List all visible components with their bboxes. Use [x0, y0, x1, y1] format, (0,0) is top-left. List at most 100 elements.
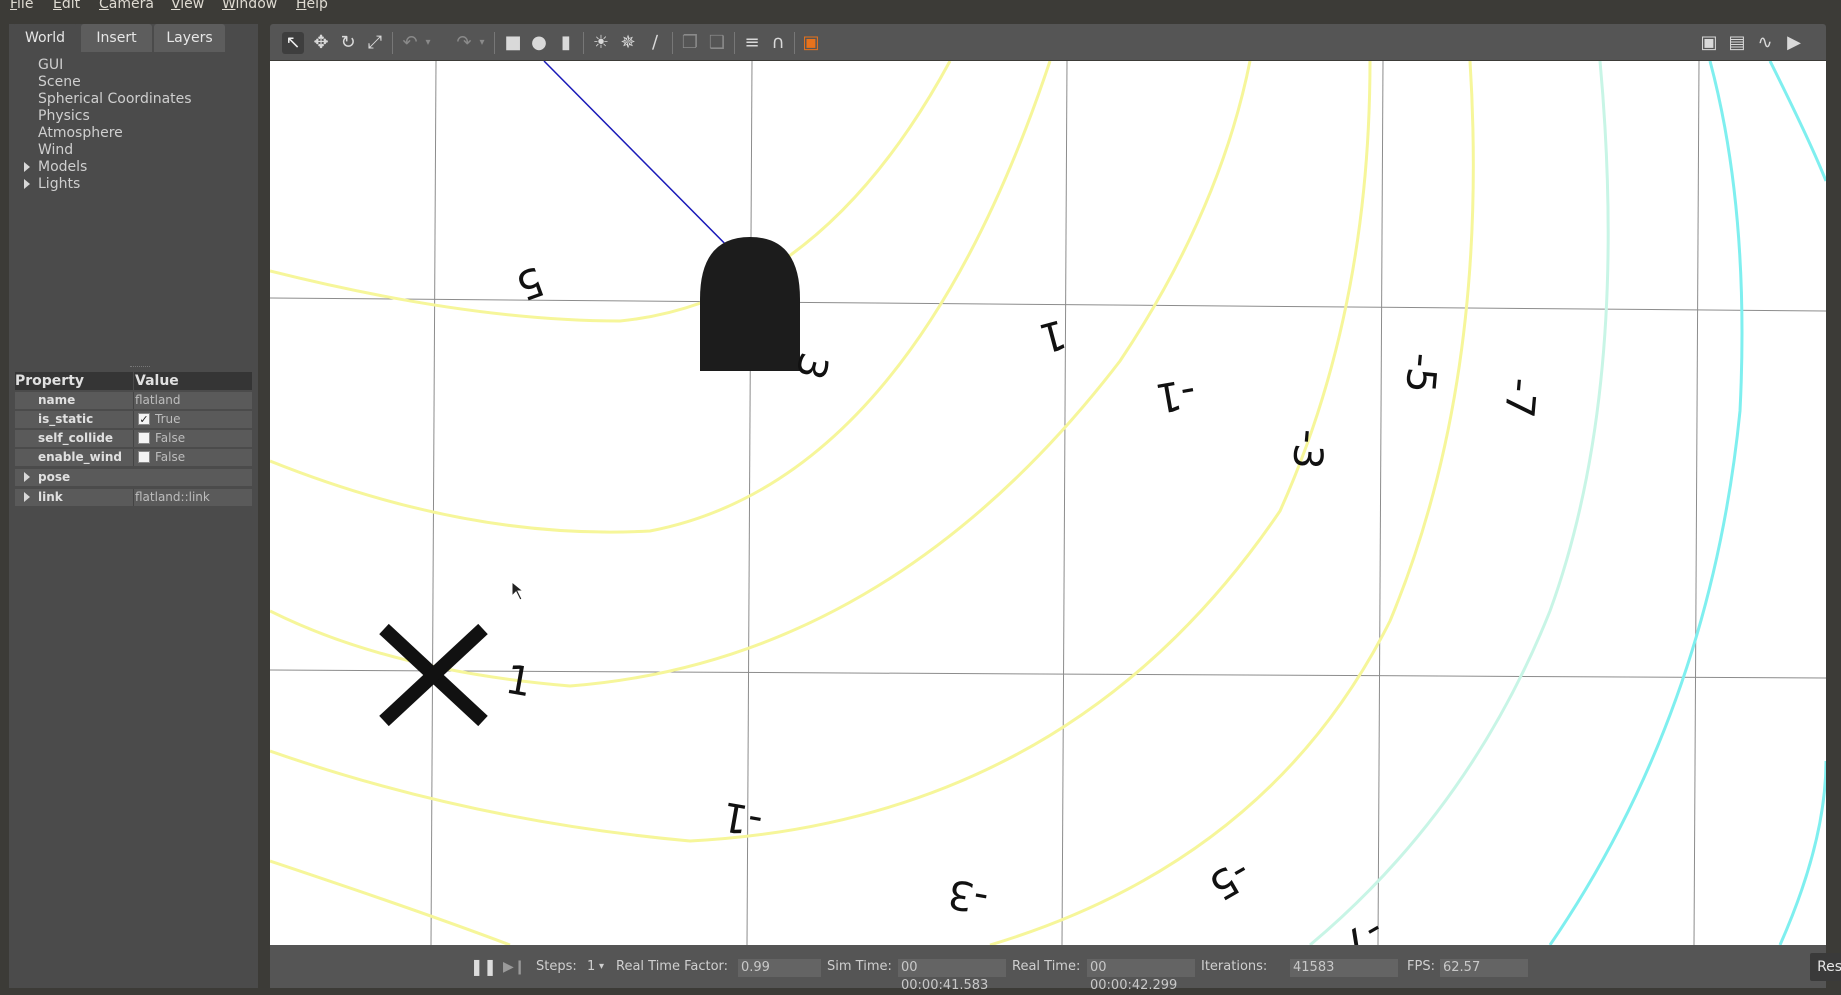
tree-item-models[interactable]: Models [38, 159, 87, 175]
prop-row-link[interactable]: link flatland::link [15, 489, 252, 506]
toolbar-separator [494, 32, 495, 54]
align-icon[interactable]: ≡ [741, 32, 763, 54]
iterations-label: Iterations: [1201, 959, 1268, 974]
expand-link-icon[interactable] [24, 492, 30, 502]
contour-label: 5 [510, 257, 550, 309]
contour-line [1768, 61, 1826, 182]
steps-value[interactable]: 1 [587, 957, 595, 977]
enable-wind-checkbox[interactable] [138, 451, 150, 463]
step-icon[interactable]: ▶❙ [503, 957, 526, 977]
tree-item-spherical-coordinates[interactable]: Spherical Coordinates [38, 91, 192, 107]
plot-icon[interactable]: ∿ [1754, 32, 1776, 54]
tree-item-gui[interactable]: GUI [38, 57, 63, 73]
view-angle-icon[interactable]: ▣ [800, 32, 822, 54]
prop-is-static-label: is_static [38, 412, 94, 426]
copy-icon[interactable]: ❐ [679, 32, 701, 54]
tree-item-atmosphere[interactable]: Atmosphere [38, 125, 123, 141]
prop-row-pose[interactable]: pose [15, 469, 252, 486]
prop-is-static-value: True [155, 412, 181, 426]
prop-link-label: link [38, 490, 63, 504]
contour-label: 1 [502, 657, 535, 707]
scale-mode-icon[interactable]: ⤢ [364, 32, 386, 54]
ground-grid [270, 61, 1826, 945]
robot-model[interactable] [700, 237, 800, 371]
prop-row-enable-wind[interactable]: enable_wind False [15, 449, 252, 466]
sim-time-value: 00 00:00:41.583 [898, 959, 1006, 993]
tab-layers[interactable]: Layers [154, 24, 225, 52]
panel-splitter-handle[interactable] [130, 366, 150, 369]
reset-time-button[interactable]: Reset Time [1810, 953, 1841, 981]
tab-insert[interactable]: Insert [81, 24, 152, 52]
mouse-cursor-icon [511, 580, 525, 601]
steps-label: Steps: [536, 959, 577, 974]
expand-lights-icon[interactable] [24, 179, 30, 189]
tab-world[interactable]: World [12, 24, 78, 52]
point-light-icon[interactable]: ☀ [590, 32, 612, 54]
contour-labels: 5 3 1 -1 -3 -5 -7 1 -1 -3 -5 -7 [502, 257, 1544, 945]
3d-viewport[interactable]: 5 3 1 -1 -3 -5 -7 1 -1 -3 -5 -7 [270, 61, 1826, 945]
contour-label: 3 [786, 348, 837, 384]
prop-row-is-static[interactable]: is_static ✓ True [15, 411, 252, 428]
contour-label: -3 [1283, 427, 1332, 471]
select-mode-icon[interactable]: ↖ [282, 32, 304, 54]
spot-light-icon[interactable]: ✵ [617, 32, 639, 54]
toolbar: ↖ ✥ ↻ ⤢ ↶ ▾ ↷ ▾ ■ ● ▮ ☀ ✵ ∕ ❐ ❑ ≡ ∩ ▣ ▣ … [270, 24, 1826, 60]
sphere-shape-icon[interactable]: ● [528, 32, 550, 54]
translate-mode-icon[interactable]: ✥ [310, 32, 332, 54]
grid-line [1061, 61, 1068, 945]
menu-help[interactable]: Help [296, 0, 328, 12]
directional-light-icon[interactable]: ∕ [644, 32, 666, 54]
snap-icon[interactable]: ∩ [767, 32, 789, 54]
tree-item-lights[interactable]: Lights [38, 176, 80, 192]
paste-icon[interactable]: ❑ [706, 32, 728, 54]
menu-edit[interactable]: Edit [53, 0, 80, 12]
video-record-icon[interactable]: ▶ [1783, 32, 1805, 54]
contour-line [270, 61, 1252, 688]
tree-item-scene[interactable]: Scene [38, 74, 81, 90]
expand-models-icon[interactable] [24, 162, 30, 172]
menu-window[interactable]: Window [222, 0, 277, 12]
log-icon[interactable]: ▤ [1726, 32, 1748, 54]
property-header: Property [15, 372, 133, 390]
cell-divider [133, 411, 134, 428]
prop-self-collide-label: self_collide [38, 431, 114, 445]
prop-row-self-collide[interactable]: self_collide False [15, 430, 252, 447]
contour-label: -5 [1396, 351, 1445, 395]
value-header-label: Value [135, 373, 179, 389]
menu-view[interactable]: View [171, 0, 204, 12]
tree-item-physics[interactable]: Physics [38, 108, 90, 124]
box-shape-icon[interactable]: ■ [502, 32, 524, 54]
is-static-checkbox[interactable]: ✓ [138, 413, 150, 425]
contour-line [1778, 760, 1826, 945]
self-collide-checkbox[interactable] [138, 432, 150, 444]
screenshot-icon[interactable]: ▣ [1698, 32, 1720, 54]
contour-label: -7 [1495, 376, 1544, 420]
rotate-mode-icon[interactable]: ↻ [337, 32, 359, 54]
real-time-label: Real Time: [1012, 959, 1081, 974]
grid-line [430, 61, 437, 945]
prop-row-name[interactable]: name flatland [15, 392, 252, 409]
undo-icon[interactable]: ↶ [399, 32, 421, 54]
pause-icon[interactable]: ❚❚ [470, 957, 497, 977]
toolbar-separator [583, 32, 584, 54]
tree-item-wind[interactable]: Wind [38, 142, 73, 158]
cylinder-shape-icon[interactable]: ▮ [555, 32, 577, 54]
window-left-edge [0, 14, 9, 988]
menu-camera[interactable]: Camera [99, 0, 154, 12]
toolbar-separator [794, 32, 795, 54]
prop-name-value[interactable]: flatland [135, 392, 181, 409]
redo-icon[interactable]: ↷ [453, 32, 475, 54]
grid-line [270, 669, 1826, 679]
toolbar-separator [392, 32, 393, 54]
undo-history-icon[interactable]: ▾ [422, 32, 434, 54]
fps-value: 62.57 [1440, 959, 1528, 977]
prop-name-label: name [38, 393, 76, 407]
menu-file[interactable]: File [10, 0, 33, 12]
redo-history-icon[interactable]: ▾ [476, 32, 488, 54]
grid-line [1693, 61, 1700, 945]
expand-pose-icon[interactable] [24, 472, 30, 482]
scene-render[interactable]: 5 3 1 -1 -3 -5 -7 1 -1 -3 -5 -7 [270, 61, 1826, 945]
world-tree: GUI Scene Spherical Coordinates Physics … [9, 52, 258, 352]
steps-dropdown-icon[interactable]: ▾ [599, 957, 604, 977]
cell-divider [133, 489, 134, 506]
